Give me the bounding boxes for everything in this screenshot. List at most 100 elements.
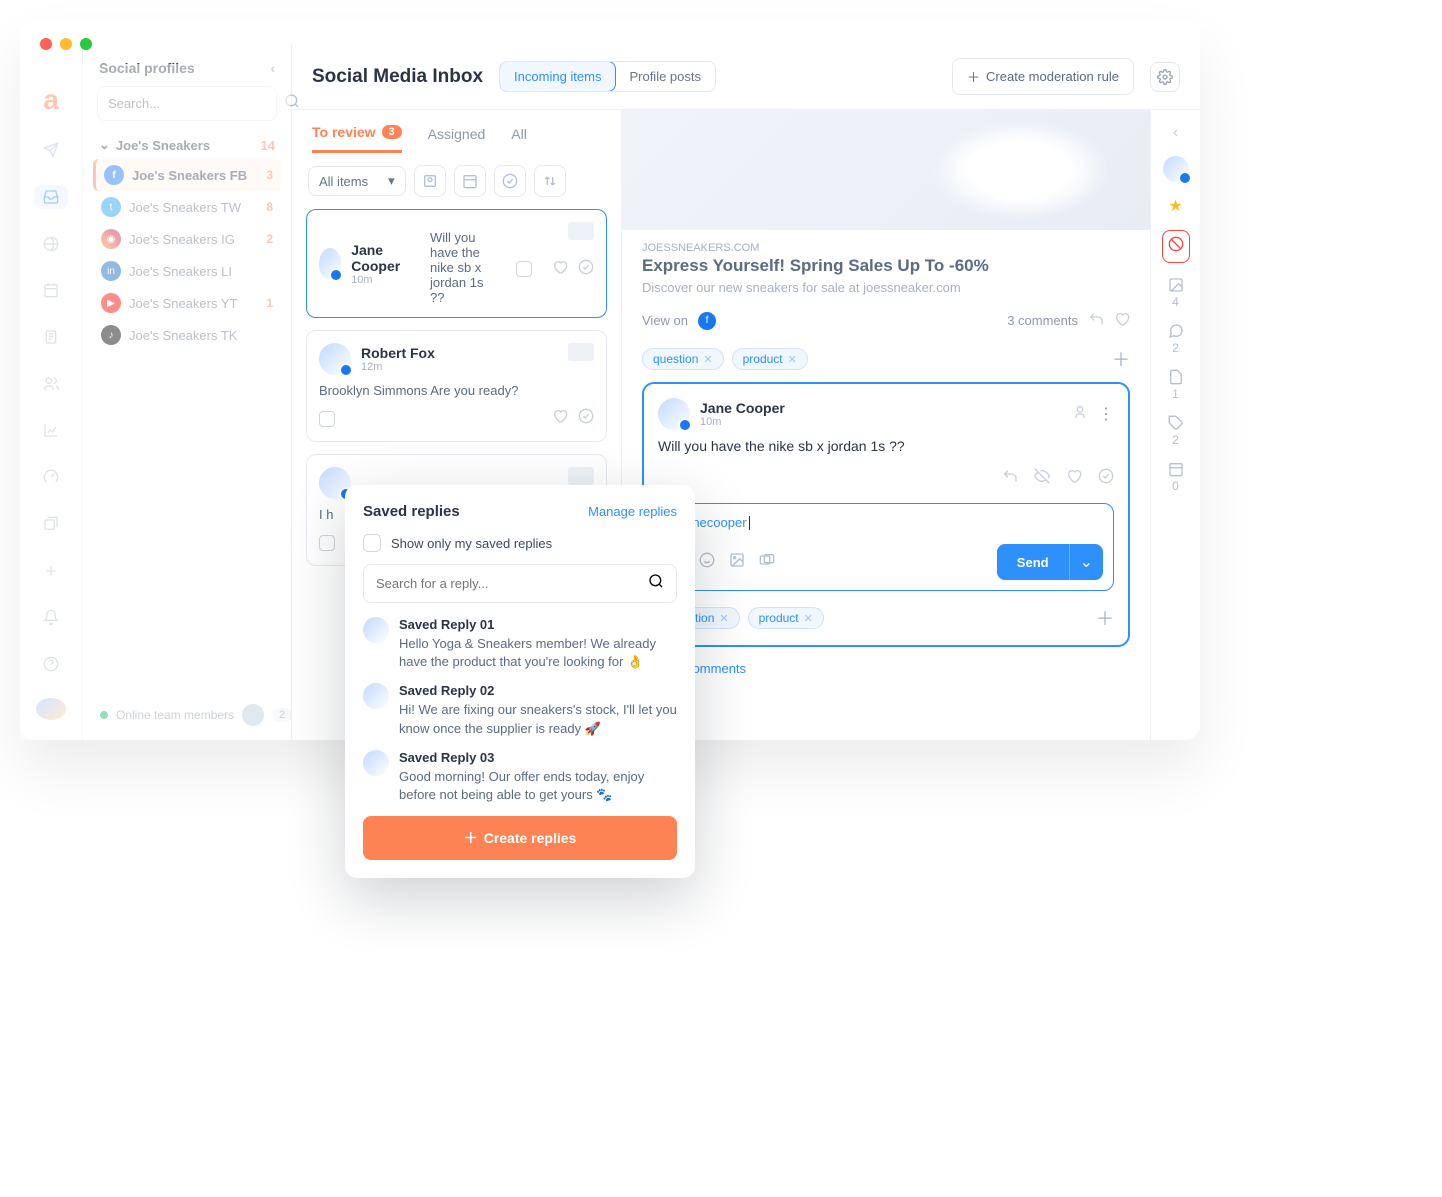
window-min[interactable] [60,38,72,50]
more-icon[interactable]: ⋮ [1098,404,1114,424]
image-icon[interactable] [729,552,745,573]
heart-icon[interactable] [552,408,568,429]
remove-tag-icon[interactable]: ✕ [719,612,728,625]
seg-posts[interactable]: Profile posts [615,62,715,91]
select-checkbox[interactable] [319,411,335,427]
nav-help-icon[interactable] [34,652,68,677]
thumbnail [568,343,594,361]
nav-listen-icon[interactable] [34,231,68,256]
add-tag-icon[interactable]: ＋ [1112,346,1130,372]
nav-library-icon[interactable] [34,512,68,537]
window-max[interactable] [80,38,92,50]
tag-count[interactable]: 2 [1168,415,1184,447]
note-count[interactable]: 1 [1168,369,1184,401]
profiles-search[interactable] [97,86,277,121]
profile-item[interactable]: ◉Joe's Sneakers IG2 [93,223,281,255]
saved-reply-item[interactable]: Saved Reply 03 Good morning! Our offer e… [363,750,677,804]
attach-icon[interactable] [759,552,775,573]
media-count[interactable]: 4 [1168,277,1184,309]
tag-chip[interactable]: product✕ [732,348,808,370]
profile-item[interactable]: ♪Joe's Sneakers TK [93,319,281,351]
settings-icon[interactable] [1150,62,1180,92]
avatar [319,343,351,375]
tag-chip[interactable]: product✕ [748,607,824,629]
reply-icon[interactable] [1088,311,1104,330]
fb-icon: f [104,165,124,185]
filter-user-icon[interactable] [414,165,446,197]
message-card[interactable]: Jane Cooper10m Will you have the nike sb… [306,209,607,318]
reply-name: Saved Reply 01 [399,617,677,632]
convo-count[interactable]: 2 [1168,323,1184,355]
heart-icon[interactable] [1114,311,1130,330]
nav-team-icon[interactable] [34,371,68,396]
online-members[interactable]: Online team members 2 [100,704,292,726]
nav-tasks-icon[interactable] [34,325,68,350]
seg-incoming[interactable]: Incoming items [499,61,616,92]
nav-inbox-icon[interactable] [34,185,68,210]
profile-item[interactable]: ▶Joe's Sneakers YT1 [93,287,281,319]
resolve-icon[interactable] [578,408,594,429]
profile-item[interactable]: tJoe's Sneakers TW8 [93,191,281,223]
action-resolve-icon[interactable] [1098,468,1114,489]
add-tag-icon[interactable]: ＋ [1096,605,1114,631]
remove-tag-icon[interactable]: ✕ [804,612,813,625]
profile-item[interactable]: fJoe's Sneakers FB3 [93,159,281,191]
action-reply-icon[interactable] [1002,468,1018,489]
heart-icon[interactable] [552,259,568,278]
reply-composer[interactable]: @janecooper Send ⌄ [658,503,1114,591]
tag-chip[interactable]: question✕ [642,348,724,370]
manage-replies-link[interactable]: Manage replies [588,504,677,519]
tab[interactable]: To review3 [312,124,402,153]
collapse-icon[interactable]: ‹ [270,60,275,76]
create-rule-button[interactable]: ＋ Create moderation rule [952,58,1134,95]
profiles-search-input[interactable] [108,96,284,111]
collapse-right-icon[interactable]: ‹ [1173,124,1178,142]
reply-search-input[interactable] [376,576,648,591]
saved-reply-item[interactable]: Saved Reply 01 Hello Yoga & Sneakers mem… [363,617,677,671]
facebook-icon[interactable]: f [698,312,716,330]
emoji-icon[interactable] [699,552,715,573]
nav-calendar-icon[interactable] [34,278,68,303]
ban-icon[interactable] [1162,230,1190,263]
more-comments-link[interactable]: 2 more comments [622,647,1150,690]
tw-icon: t [101,197,121,217]
profile-icon[interactable] [1072,404,1088,425]
nav-notifications-icon[interactable] [34,605,68,630]
checkbox[interactable] [363,534,381,552]
action-like-icon[interactable] [1066,468,1082,489]
message-card[interactable]: Robert Fox12m Brooklyn Simmons Are you r… [306,330,607,442]
comments-count[interactable]: 3 comments [1007,313,1078,328]
send-button[interactable]: Send [997,544,1069,580]
contact-avatar[interactable] [1163,156,1189,182]
nav-add-icon[interactable] [34,558,68,583]
saved-reply-item[interactable]: Saved Reply 02 Hi! We are fixing our sne… [363,683,677,737]
send-dropdown[interactable]: ⌄ [1069,544,1103,580]
user-avatar[interactable] [36,698,66,720]
create-replies-label: Create replies [484,830,577,846]
reply-search[interactable] [363,564,677,603]
action-hide-icon[interactable] [1034,468,1050,489]
nav-compose-icon[interactable] [34,138,68,163]
create-replies-button[interactable]: ＋ Create replies [363,816,677,860]
profile-item[interactable]: inJoe's Sneakers LI [93,255,281,287]
tab[interactable]: Assigned [428,124,486,153]
select-checkbox[interactable] [516,261,532,277]
tab[interactable]: All [511,124,527,153]
nav-analytics-icon[interactable] [34,418,68,443]
remove-tag-icon[interactable]: ✕ [788,353,797,366]
window-close[interactable] [40,38,52,50]
select-checkbox[interactable] [319,535,335,551]
sort-icon[interactable] [534,165,566,197]
context-rail: ‹ ★ 4 2 1 2 0 [1150,110,1200,740]
schedule-count[interactable]: 0 [1168,461,1184,493]
profile-group[interactable]: ⌄ Joe's Sneakers 14 [93,131,281,159]
filter-date-icon[interactable] [454,165,486,197]
remove-tag-icon[interactable]: ✕ [703,353,712,366]
show-mine-checkbox[interactable]: Show only my saved replies [363,534,677,552]
filter-select[interactable]: All items ▾ [308,166,406,196]
star-icon[interactable]: ★ [1168,196,1182,216]
resolve-icon[interactable] [578,259,594,278]
profiles-panel: Social profiles ‹ ⌄ Joe's Sneakers 14 fJ… [82,44,292,740]
filter-check-icon[interactable] [494,165,526,197]
nav-dashboard-icon[interactable] [34,465,68,490]
